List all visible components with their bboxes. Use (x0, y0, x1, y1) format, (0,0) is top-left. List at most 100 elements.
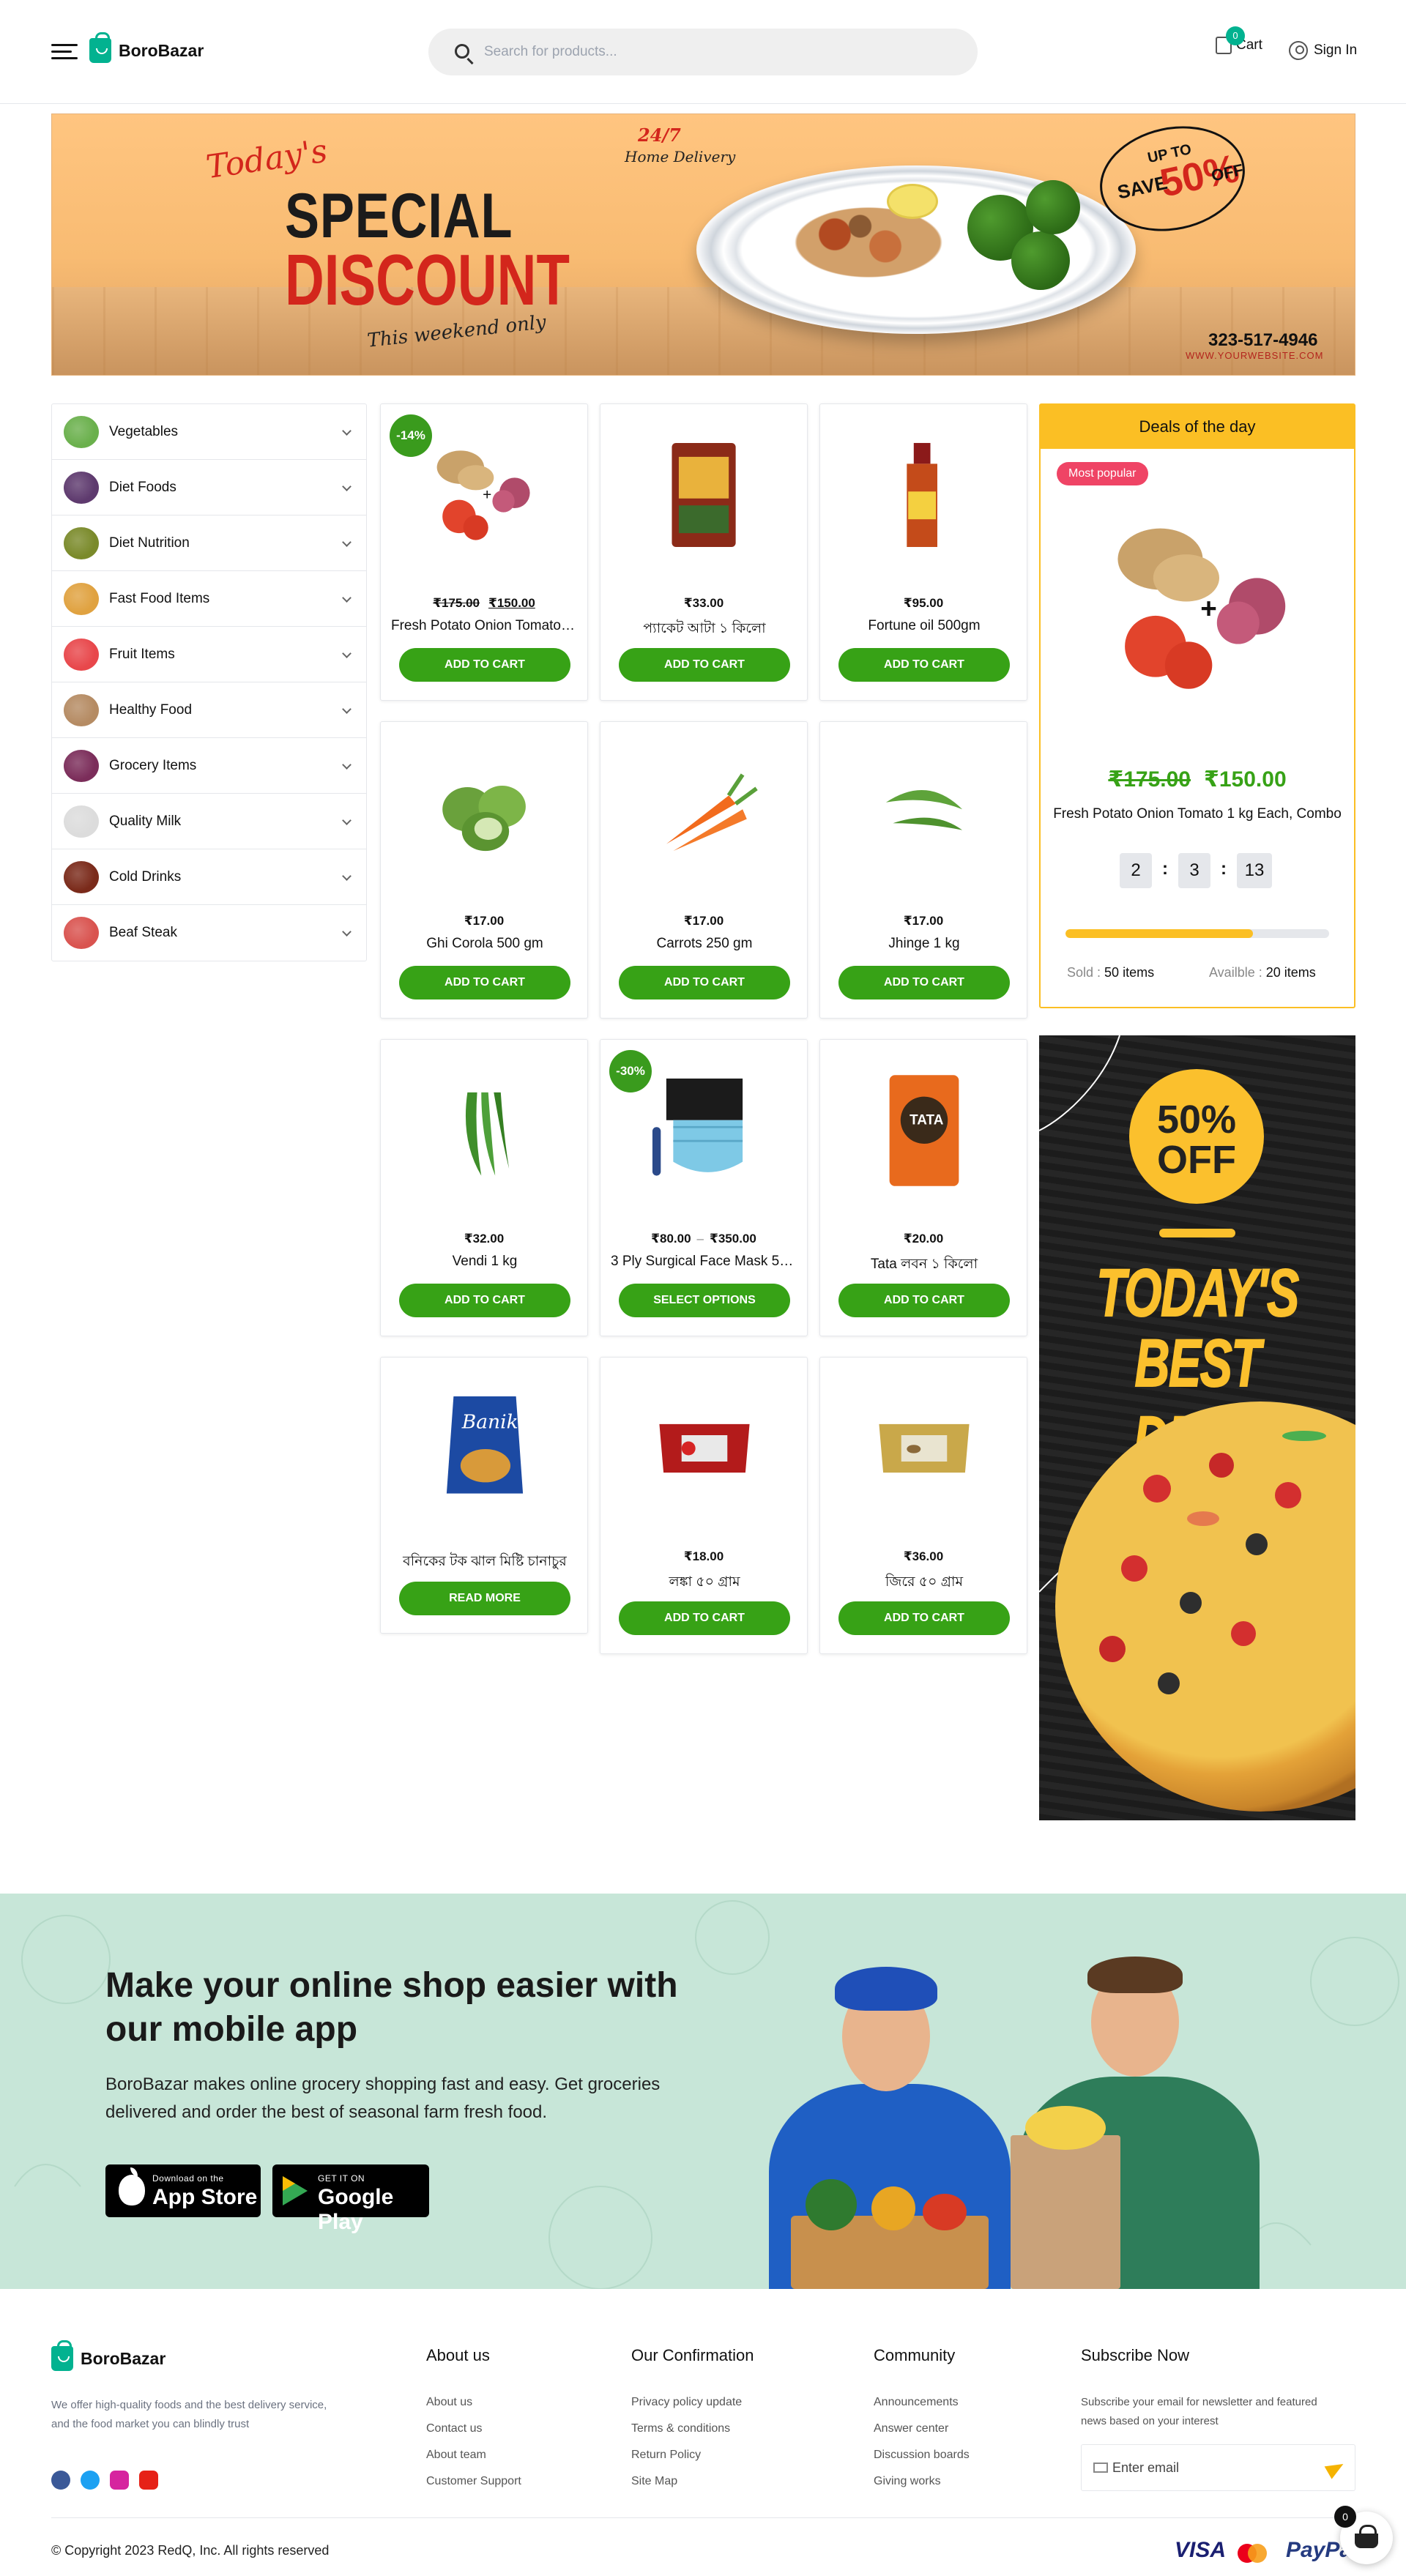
footer-link[interactable]: Terms & conditions (631, 2422, 730, 2435)
product-image[interactable] (858, 429, 990, 561)
footer-link[interactable]: About team (426, 2449, 486, 2462)
category-item[interactable]: Quality Milk (52, 794, 366, 849)
product-image[interactable] (639, 1382, 770, 1514)
category-item[interactable]: Fruit Items (52, 627, 366, 682)
footer-link[interactable]: Announcements (874, 2396, 959, 2409)
product-card[interactable]: ₹33.00 প্যাকেট আটা ১ কিলো ADD TO CART (600, 403, 808, 701)
product-card[interactable]: Banik বনিকের টক ঝাল মিষ্টি চানাচুর READ MO… (380, 1357, 588, 1634)
footer-link[interactable]: Contact us (426, 2422, 482, 2435)
chevron-down-icon[interactable] (342, 760, 352, 770)
product-image[interactable] (419, 1065, 551, 1196)
product-image[interactable] (639, 747, 770, 879)
product-name[interactable]: Fresh Potato Onion Tomato 1 kg Each, Com… (391, 618, 579, 634)
google-play-button[interactable]: GET IT ON Google Play (272, 2164, 429, 2234)
product-image[interactable] (419, 747, 551, 879)
product-name[interactable]: Vendi 1 kg (391, 1254, 579, 1270)
send-icon[interactable] (1324, 2457, 1347, 2479)
chevron-down-icon[interactable] (342, 426, 352, 436)
youtube-icon[interactable] (139, 2471, 158, 2490)
chevron-down-icon[interactable] (342, 816, 352, 825)
product-image[interactable] (858, 1382, 990, 1514)
product-image[interactable] (858, 747, 990, 879)
chevron-down-icon[interactable] (342, 704, 352, 714)
add-to-cart-button[interactable]: ADD TO CART (838, 648, 1010, 682)
read-more-button[interactable]: READ MORE (399, 1582, 570, 1615)
chevron-down-icon[interactable] (342, 649, 352, 658)
product-name[interactable]: জিরে ৫০ গ্রাম (830, 1571, 1018, 1595)
add-to-cart-button[interactable]: ADD TO CART (399, 648, 570, 682)
product-name[interactable]: Jhinge 1 kg (830, 936, 1018, 952)
add-to-cart-button[interactable]: ADD TO CART (838, 966, 1010, 999)
product-card[interactable]: ₹32.00 Vendi 1 kg ADD TO CART (380, 1039, 588, 1336)
product-card[interactable]: ₹18.00 লঙ্কা ৫০ গ্রাম ADD TO CART (600, 1357, 808, 1654)
footer-link[interactable]: Return Policy (631, 2449, 701, 2462)
hero-banner[interactable]: Today's SPECIAL DISCOUNT This weekend on… (51, 113, 1355, 376)
product-image[interactable]: TATA (858, 1065, 990, 1196)
menu-icon[interactable] (51, 44, 78, 62)
add-to-cart-button[interactable]: ADD TO CART (619, 1601, 790, 1635)
product-card[interactable]: ₹36.00 জিরে ৫০ গ্রাম ADD TO CART (819, 1357, 1027, 1654)
chevron-down-icon[interactable] (342, 927, 352, 937)
product-name[interactable]: Tata লবন ১ কিলো (830, 1254, 1018, 1277)
facebook-icon[interactable] (51, 2471, 70, 2490)
footer-link[interactable]: Discussion boards (874, 2449, 970, 2462)
product-card[interactable]: + -14% ₹175.00 ₹150.00 Fresh Potato Onion To… (380, 403, 588, 701)
product-card[interactable]: ₹95.00 Fortune oil 500gm ADD TO CART (819, 403, 1027, 701)
product-image[interactable]: + (419, 429, 551, 561)
logo[interactable]: BoroBazar (89, 32, 204, 63)
product-card[interactable]: ₹17.00 Ghi Corola 500 gm ADD TO CART (380, 721, 588, 1019)
app-store-button[interactable]: Download on the App Store (105, 2164, 261, 2217)
add-to-cart-button[interactable]: ADD TO CART (619, 648, 790, 682)
footer-link[interactable]: Customer Support (426, 2475, 521, 2488)
add-to-cart-button[interactable]: ADD TO CART (838, 1601, 1010, 1635)
category-item[interactable]: Vegetables (52, 404, 366, 460)
add-to-cart-button[interactable]: ADD TO CART (838, 1284, 1010, 1317)
add-to-cart-button[interactable]: ADD TO CART (399, 966, 570, 999)
product-name[interactable]: Carrots 250 gm (611, 936, 798, 952)
add-to-cart-button[interactable]: ADD TO CART (619, 966, 790, 999)
product-card[interactable]: ₹17.00 Carrots 250 gm ADD TO CART (600, 721, 808, 1019)
signin-button[interactable]: Sign In (1289, 41, 1357, 60)
instagram-icon[interactable] (110, 2471, 129, 2490)
add-to-cart-button[interactable]: ADD TO CART (399, 1284, 570, 1317)
category-item[interactable]: Healthy Food (52, 682, 366, 738)
cart-button[interactable]: 0 Cart (1216, 26, 1262, 54)
footer-link[interactable]: Giving works (874, 2475, 941, 2488)
footer-link[interactable]: Privacy policy update (631, 2396, 742, 2409)
chevron-down-icon[interactable] (342, 537, 352, 547)
footer-link[interactable]: About us (426, 2396, 472, 2409)
deal-product-image[interactable]: + (1092, 500, 1304, 712)
product-image[interactable] (639, 1065, 770, 1196)
floating-cart-button[interactable]: 0 (1334, 2506, 1393, 2564)
chevron-down-icon[interactable] (342, 482, 352, 491)
pizza-ad-banner[interactable]: 50% OFF TODAY'S BEST DEAL (1039, 1035, 1355, 1820)
footer-link[interactable]: Site Map (631, 2475, 677, 2488)
email-input[interactable] (1112, 2445, 1310, 2490)
product-image[interactable] (639, 429, 770, 561)
search-input[interactable] (484, 29, 953, 75)
product-card[interactable]: TATA ₹20.00 Tata লবন ১ কিলো ADD TO CART (819, 1039, 1027, 1336)
category-item[interactable]: Fast Food Items (52, 571, 366, 627)
footer-logo[interactable]: BoroBazar (51, 2340, 165, 2371)
product-name[interactable]: Fortune oil 500gm (830, 618, 1018, 634)
select-options-button[interactable]: SELECT OPTIONS (619, 1284, 790, 1317)
category-item[interactable]: Diet Nutrition (52, 515, 366, 571)
deal-product-name[interactable]: Fresh Potato Onion Tomato 1 kg Each, Com… (1049, 806, 1345, 822)
category-item[interactable]: Diet Foods (52, 460, 366, 515)
category-item[interactable]: Beaf Steak (52, 905, 366, 961)
chevron-down-icon[interactable] (342, 593, 352, 603)
footer-link[interactable]: Answer center (874, 2422, 948, 2435)
category-item[interactable]: Cold Drinks (52, 849, 366, 905)
product-image[interactable]: Banik (419, 1382, 551, 1514)
category-item[interactable]: Grocery Items (52, 738, 366, 794)
product-name[interactable]: Ghi Corola 500 gm (391, 936, 579, 952)
product-name[interactable]: লঙ্কা ৫০ গ্রাম (611, 1571, 798, 1595)
search-icon[interactable] (455, 44, 469, 59)
product-name[interactable]: 3 Ply Surgical Face Mask 50 pcs (611, 1254, 798, 1270)
product-card[interactable]: ₹17.00 Jhinge 1 kg ADD TO CART (819, 721, 1027, 1019)
product-name[interactable]: বনিকের টক ঝাল মিষ্টি চানাচুর (391, 1551, 579, 1574)
chevron-down-icon[interactable] (342, 871, 352, 881)
twitter-icon[interactable] (81, 2471, 100, 2490)
product-name[interactable]: প্যাকেট আটা ১ কিলো (611, 618, 798, 641)
product-card[interactable]: -30% ₹80.00– ₹350.00 3 Ply Surgical Face Ma… (600, 1039, 808, 1336)
